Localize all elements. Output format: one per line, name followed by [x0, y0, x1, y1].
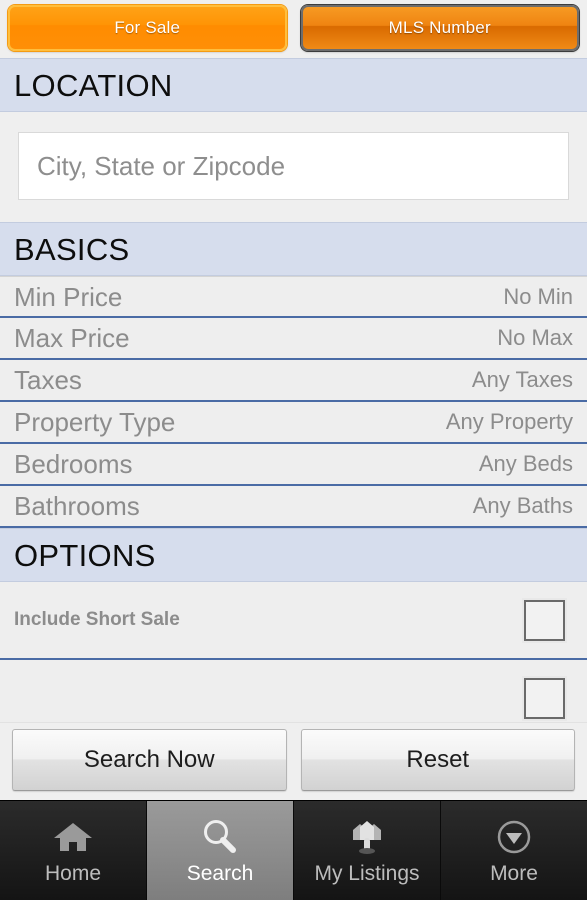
filter-label: Max Price [14, 323, 130, 353]
magnifier-icon [197, 817, 243, 857]
section-title-options: OPTIONS [14, 537, 156, 573]
tab-my-listings[interactable]: My Listings [294, 801, 441, 900]
filter-label: Property Type [14, 407, 176, 437]
tab-search[interactable]: Search [147, 801, 294, 900]
filter-value: Any Beds [478, 451, 573, 476]
tab-for-sale-label: For Sale [114, 18, 181, 37]
filter-value: No Max [497, 325, 573, 350]
filter-value: Any Property [445, 409, 573, 434]
tab-more[interactable]: More [441, 801, 587, 900]
filters-scroll-area[interactable]: LOCATION City, State or Zipcode BASICS M… [0, 58, 587, 722]
filter-row-max-price[interactable]: Max Price No Max [0, 318, 587, 360]
houses-icon [344, 817, 390, 857]
tab-search-label: Search [186, 862, 254, 885]
options-row-list: Include Short Sale [0, 582, 587, 722]
location-search-placeholder: City, State or Zipcode [37, 150, 286, 181]
search-mode-segmented-control: For Sale MLS Number [0, 0, 587, 58]
filter-row-taxes[interactable]: Taxes Any Taxes [0, 360, 587, 402]
section-header-location: LOCATION [0, 58, 587, 112]
filter-value: No Min [503, 283, 573, 309]
action-button-bar: Search Now Reset [0, 722, 587, 800]
search-now-label: Search Now [83, 745, 215, 773]
section-header-basics: BASICS [0, 222, 587, 276]
search-filters-screen: For Sale MLS Number LOCATION City, State… [0, 0, 587, 900]
tab-mls-number[interactable]: MLS Number [300, 5, 579, 51]
filter-row-bedrooms[interactable]: Bedrooms Any Beds [0, 444, 587, 486]
location-block: City, State or Zipcode [0, 112, 587, 222]
filter-value: Any Taxes [471, 367, 573, 392]
location-search-input[interactable]: City, State or Zipcode [18, 132, 569, 200]
option-row-include-short-sale[interactable]: Include Short Sale [0, 582, 587, 660]
bottom-tab-bar: Home Search My Listings More [0, 800, 587, 900]
filter-row-property-type[interactable]: Property Type Any Property [0, 402, 587, 444]
reset-label: Reset [406, 745, 470, 773]
tab-home-label: Home [44, 862, 102, 885]
section-title-location: LOCATION [14, 67, 173, 103]
filter-label: Bedrooms [14, 449, 133, 479]
section-title-basics: BASICS [14, 231, 130, 267]
filter-row-min-price[interactable]: Min Price No Min [0, 276, 587, 318]
checkbox-include-short-sale[interactable] [524, 599, 565, 641]
filter-value: Any Baths [472, 493, 573, 518]
reset-button[interactable]: Reset [300, 728, 575, 791]
tab-more-label: More [490, 862, 538, 885]
filter-label: Bathrooms [14, 491, 140, 521]
option-row-partial[interactable] [0, 660, 587, 722]
tab-for-sale[interactable]: For Sale [8, 5, 287, 51]
search-now-button[interactable]: Search Now [12, 728, 287, 791]
tab-mls-number-label: MLS Number [388, 18, 491, 37]
home-icon [50, 817, 96, 857]
basics-row-list: Min Price No Min Max Price No Max Taxes … [0, 276, 587, 528]
option-label: Include Short Sale [14, 609, 180, 630]
filter-row-bathrooms[interactable]: Bathrooms Any Baths [0, 486, 587, 528]
tab-home[interactable]: Home [0, 801, 147, 900]
chevron-down-circle-icon [491, 817, 537, 857]
filter-label: Taxes [14, 365, 82, 395]
checkbox-partial[interactable] [524, 677, 565, 719]
tab-my-listings-label: My Listings [314, 862, 420, 885]
filter-label: Min Price [14, 281, 123, 312]
section-header-options: OPTIONS [0, 528, 587, 582]
